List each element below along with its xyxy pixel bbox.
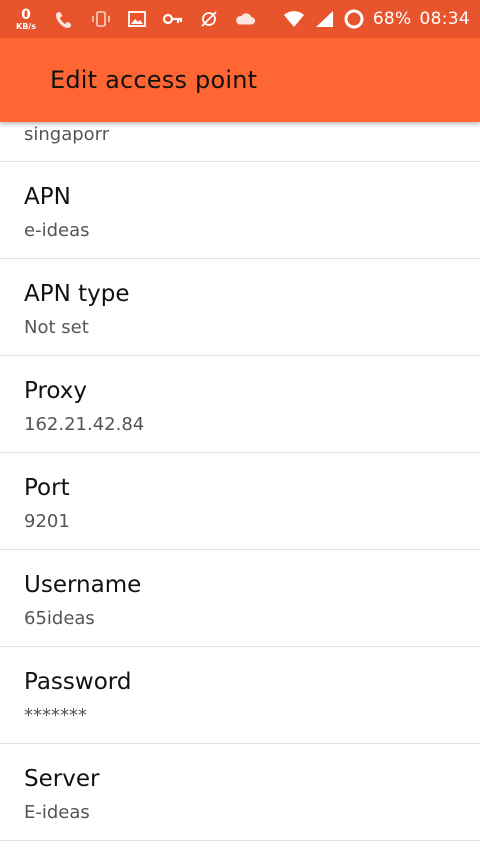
key-icon [162,8,184,30]
list-item-apn-type[interactable]: APN type Not set [0,259,480,356]
list-item-label: APN [24,184,71,210]
clock: 08:34 [419,9,470,29]
list-item-value: 162.21.42.84 [24,414,145,435]
list-item-value: singaporr [24,124,110,145]
network-speed-value: 0 [21,6,31,23]
list-item-label: Password [24,669,132,695]
wifi-icon [283,8,305,30]
status-bar: 0 KB/s 68% 08:34 [0,0,480,38]
list-item-label: Port [24,475,70,501]
battery-ring-icon [343,8,365,30]
phone-signal-icon [54,8,76,30]
image-icon [126,8,148,30]
sync-off-icon [198,8,220,30]
list-item-value: ******* [24,705,87,726]
list-item-value: 9201 [24,511,70,532]
cell-signal-icon [313,8,335,30]
status-bar-left: 0 KB/s [12,0,256,38]
app-bar: Edit access point [0,38,480,122]
list-item-value: Not set [24,317,89,338]
page-title: Edit access point [50,66,258,94]
vibrate-icon [90,8,112,30]
list-item-label: Server [24,766,100,792]
list-item-value: E-ideas [24,802,90,823]
list-item-apn[interactable]: APN e-ideas [0,162,480,259]
list-item-label: Proxy [24,378,88,404]
list-item-value: e-ideas [24,220,90,241]
status-bar-right: 68% 08:34 [283,0,470,38]
network-speed: 0 KB/s [12,8,40,31]
cloud-icon [234,8,256,30]
list-item-proxy[interactable]: Proxy 162.21.42.84 [0,356,480,453]
list-item-name[interactable]: singaporr [0,122,480,162]
list-item-value: 65ideas [24,608,95,629]
battery-percent: 68% [372,9,412,29]
list-item-server[interactable]: Server E-ideas [0,744,480,841]
settings-list[interactable]: singaporr APN e-ideas APN type Not set P… [0,122,480,841]
list-item-label: APN type [24,281,130,307]
list-item-username[interactable]: Username 65ideas [0,550,480,647]
list-item-port[interactable]: Port 9201 [0,453,480,550]
list-item-label: Username [24,572,142,598]
list-item-password[interactable]: Password ******* [0,647,480,744]
network-speed-unit: KB/s [16,21,36,31]
